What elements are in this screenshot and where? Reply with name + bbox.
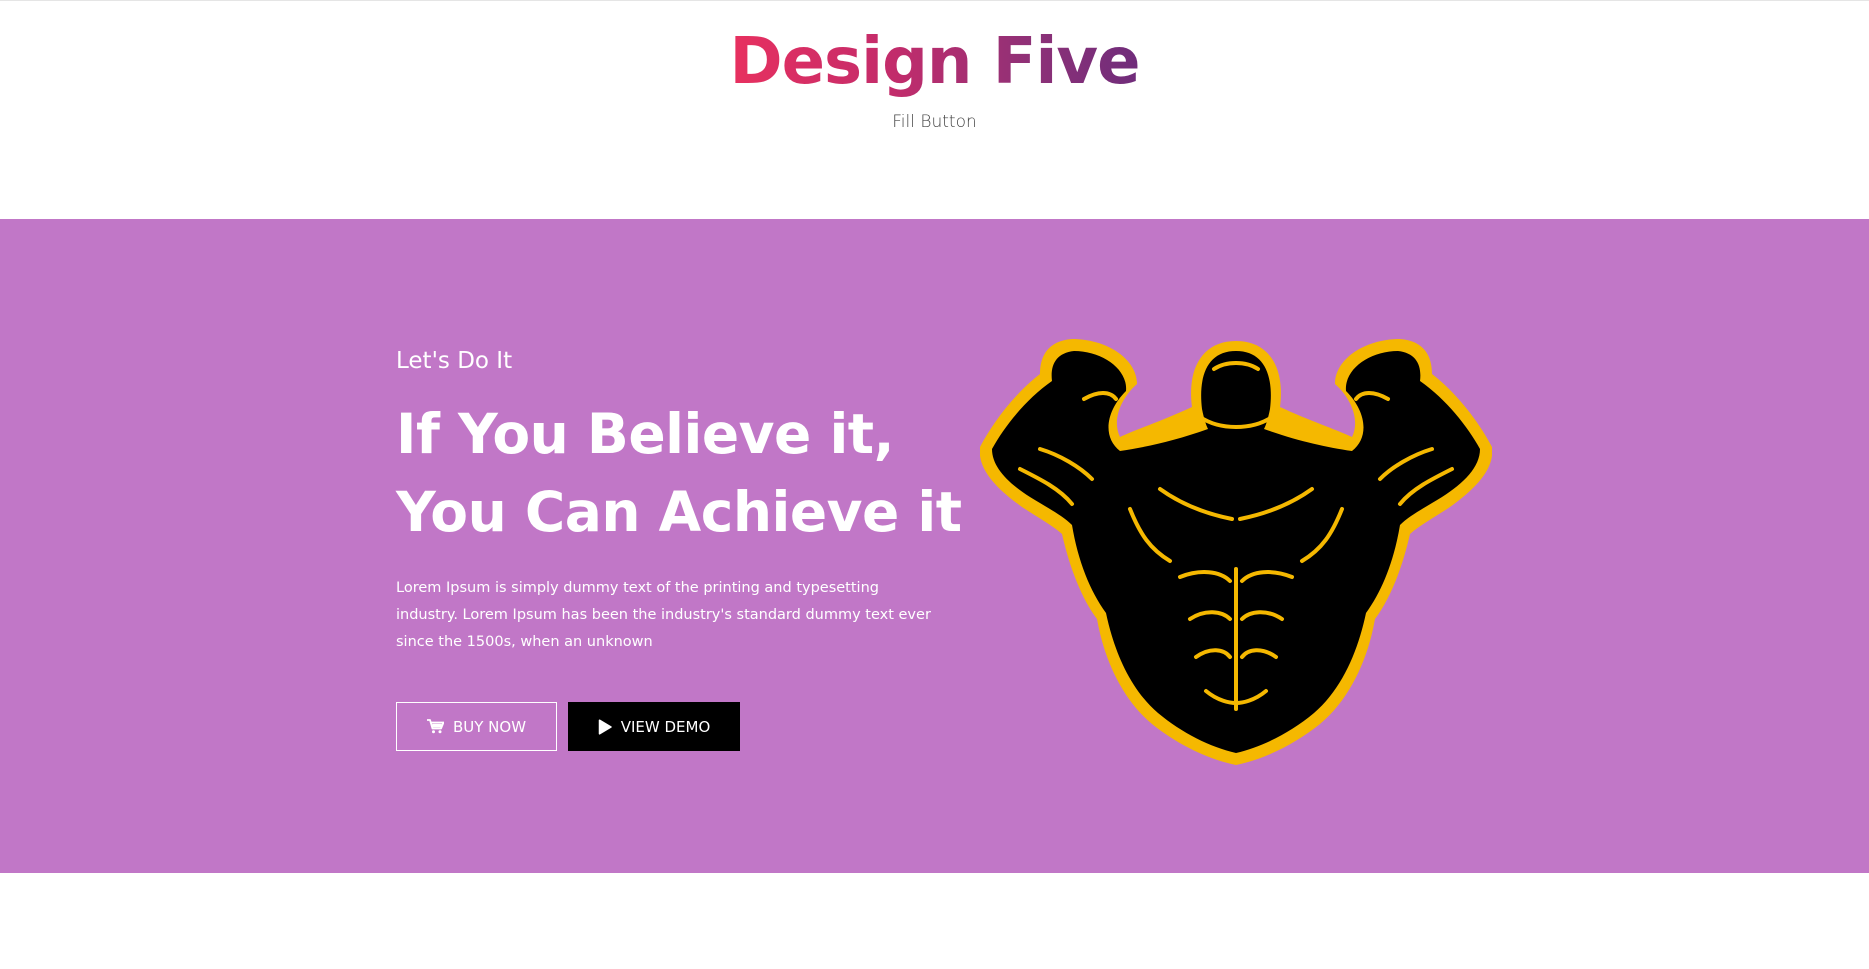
buy-now-button[interactable]: BUY NOW (396, 702, 557, 751)
view-demo-label: VIEW DEMO (620, 717, 711, 736)
play-icon (598, 718, 612, 735)
hero-headline-line1: If You Believe it, (396, 402, 894, 466)
page-title: Design Five (730, 22, 1141, 102)
hero-kicker: Let's Do It (396, 348, 513, 374)
hero-buttons: BUY NOW VIEW DEMO (396, 702, 956, 751)
page-header: Design Five Fill Button (0, 22, 1869, 132)
hero-headline: If You Believe it, You Can Achieve it (396, 395, 962, 551)
view-demo-button[interactable]: VIEW DEMO (568, 702, 740, 751)
top-divider (0, 0, 1869, 1)
hero-description: Lorem Ipsum is simply dummy text of the … (396, 580, 931, 650)
buy-now-label: BUY NOW (452, 717, 527, 736)
hero-headline-line2: You Can Achieve it (396, 480, 962, 544)
cart-icon (426, 719, 444, 734)
page: Design Five Fill Button Let's Do It If Y… (0, 0, 1869, 969)
hero-content: Let's Do It If You Believe it, You Can A… (396, 347, 962, 751)
hero-banner: Let's Do It If You Believe it, You Can A… (0, 219, 1869, 873)
page-subtitle: Fill Button (892, 112, 977, 132)
bodybuilder-mascot-icon (979, 329, 1493, 765)
